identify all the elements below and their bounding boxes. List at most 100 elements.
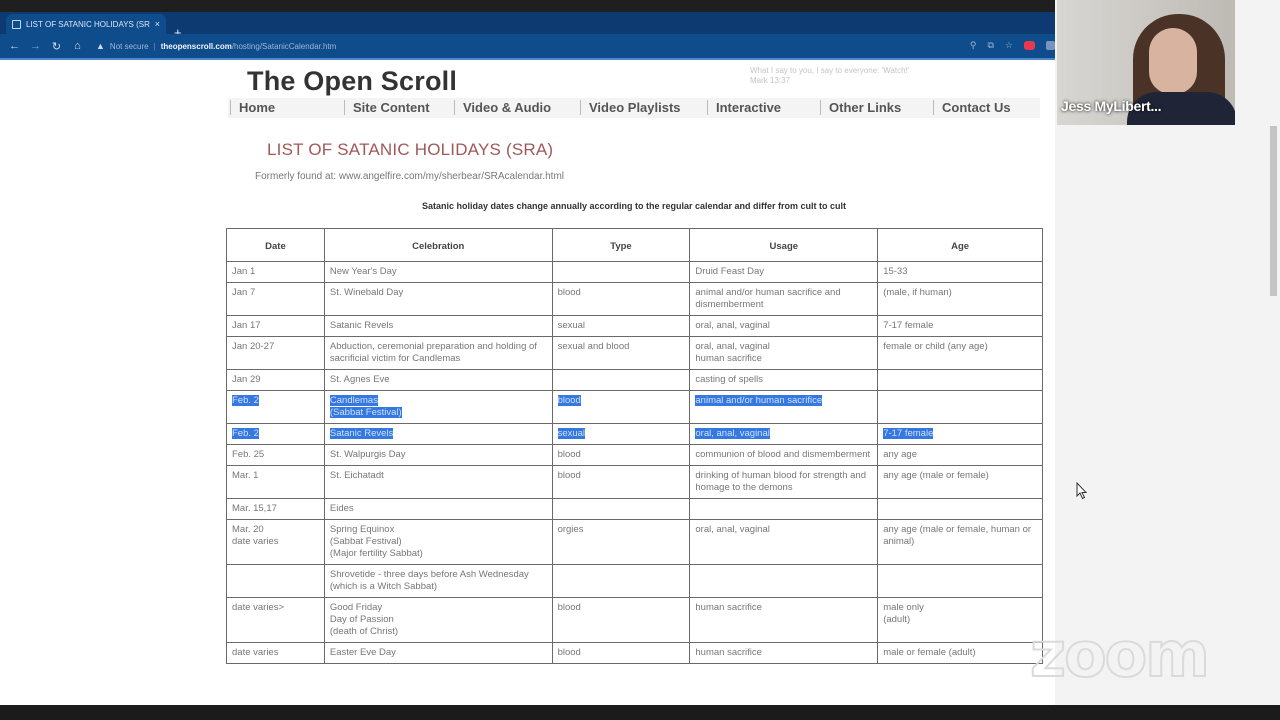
- home-button[interactable]: ⌂: [67, 40, 88, 52]
- nav-video-playlists[interactable]: Video Playlists: [580, 100, 681, 115]
- star-icon[interactable]: ☆: [1005, 40, 1013, 51]
- cell-text: date varies>: [232, 602, 285, 613]
- cell-text: Satanic Revels: [329, 428, 394, 439]
- cell-celebration: Good Friday Day of Passion (death of Chr…: [323, 597, 553, 643]
- cell-date: Feb. 2: [226, 423, 325, 445]
- cell-age: any age (male or female, human or animal…: [877, 519, 1043, 565]
- cell-text: 7-17 female: [883, 428, 934, 439]
- table-row: date varies Easter Eve Day blood human sacr…: [226, 642, 1043, 664]
- tab-strip: LIST OF SATANIC HOLIDAYS (SR... × +: [0, 12, 1055, 39]
- cell-celebration: Satanic Revels: [323, 423, 553, 445]
- cell-age: any age: [877, 444, 1043, 466]
- table-row: date varies> Good Friday Day of Passion (…: [226, 597, 1043, 643]
- site-title[interactable]: The Open Scroll: [247, 66, 457, 97]
- extension-icon[interactable]: [1024, 41, 1035, 50]
- table-row: Jan 1 New Year's Day Druid Feast Day 15-33: [226, 261, 1043, 283]
- cell-usage: animal and/or human sacrifice: [689, 390, 879, 424]
- table-row: Jan 20-27 Abduction, ceremonial preparati…: [226, 336, 1043, 370]
- cell-age: 7-17 female: [877, 423, 1043, 445]
- browser-toolbar: ← → ↻ ⌂ ▲ Not secure | theopenscroll.com…: [0, 34, 1055, 60]
- cell-text: blood: [557, 287, 581, 298]
- cell-date: Jan 17: [226, 315, 325, 337]
- table-row: Shrovetide - three days before Ash Wedne…: [226, 564, 1043, 598]
- table-row: Feb. 2 Candlemas (Sabbat Festival) blood an…: [226, 390, 1043, 424]
- header-usage: Usage: [689, 228, 879, 262]
- participant-name: Jess MyLibert...: [1061, 98, 1162, 114]
- close-tab-icon[interactable]: ×: [155, 19, 160, 29]
- cell-text: New Year's Day: [329, 266, 397, 277]
- cell-text: Candlemas (Sabbat Festival): [329, 395, 402, 418]
- cell-date: Jan 7: [226, 282, 325, 316]
- back-button[interactable]: ←: [4, 40, 25, 52]
- nav-contact-us[interactable]: Contact Us: [933, 100, 1011, 115]
- cell-type: [551, 261, 691, 283]
- cell-celebration: St. Eichatadt: [323, 465, 553, 499]
- cell-text: Mar. 15,17: [232, 503, 277, 514]
- header-type: Type: [551, 228, 691, 262]
- cell-text: orgies: [557, 524, 584, 535]
- bottom-bar: [0, 705, 1280, 720]
- nav-interactive[interactable]: Interactive: [707, 100, 781, 115]
- cell-text: Jan 17: [232, 320, 261, 331]
- cell-celebration: Eides: [323, 498, 553, 520]
- window-titlebar: [0, 0, 1055, 12]
- cell-usage: oral, anal, vaginal: [689, 519, 879, 565]
- warning-icon[interactable]: ▲: [96, 41, 105, 51]
- cell-usage: Druid Feast Day: [689, 261, 879, 283]
- cell-text: oral, anal, vaginal: [695, 524, 770, 535]
- forward-button[interactable]: →: [25, 40, 46, 52]
- cell-usage: oral, anal, vaginal human sacrifice: [689, 336, 879, 370]
- address-separator: |: [153, 41, 156, 51]
- cell-type: blood: [551, 465, 691, 499]
- cell-type: sexual and blood: [551, 336, 691, 370]
- cell-type: blood: [551, 282, 691, 316]
- cell-text: 15-33: [883, 266, 908, 277]
- cell-text: St. Eichatadt: [329, 470, 384, 481]
- nav-site-content[interactable]: Site Content: [344, 100, 430, 115]
- cell-celebration: Abduction, ceremonial preparation and ho…: [323, 336, 553, 370]
- cell-text: Easter Eve Day: [329, 647, 396, 658]
- cell-age: male only (adult): [877, 597, 1043, 643]
- cell-text: Jan 1: [232, 266, 256, 277]
- cell-date: date varies>: [226, 597, 325, 643]
- reload-button[interactable]: ↻: [46, 40, 67, 53]
- cell-age: [877, 564, 1043, 598]
- formerly-found-at: Formerly found at: www.angelfire.com/my/…: [255, 171, 565, 182]
- cell-celebration: New Year's Day: [323, 261, 553, 283]
- cell-text: blood: [557, 647, 581, 658]
- cell-usage: animal and/or human sacrifice and dismem…: [689, 282, 879, 316]
- cell-text: Mar. 20 date varies: [232, 524, 279, 547]
- cell-date: Jan 1: [226, 261, 325, 283]
- cell-date: Mar. 1: [226, 465, 325, 499]
- share-icon[interactable]: ⧉: [987, 40, 993, 51]
- cell-text: Eides: [329, 503, 354, 514]
- cell-celebration: St. Walpurgis Day: [323, 444, 553, 466]
- cell-celebration: St. Agnes Eve: [323, 369, 553, 391]
- cell-age: 7-17 female: [877, 315, 1043, 337]
- cell-age: (male, if human): [877, 282, 1043, 316]
- extension2-icon[interactable]: [1046, 41, 1055, 50]
- cell-age: female or child (any age): [877, 336, 1043, 370]
- address-bar[interactable]: ▲ Not secure | theopenscroll.com/hosting…: [96, 41, 336, 51]
- cell-text: sexual: [557, 320, 586, 331]
- nav-video-audio[interactable]: Video & Audio: [454, 100, 551, 115]
- browser-tab[interactable]: LIST OF SATANIC HOLIDAYS (SR... ×: [6, 14, 166, 34]
- nav-other-links[interactable]: Other Links: [820, 100, 901, 115]
- cell-usage: communion of blood and dismemberment: [689, 444, 879, 466]
- cell-text: casting of spells: [695, 374, 763, 385]
- cell-text: male only (adult): [883, 602, 924, 625]
- cell-celebration: Candlemas (Sabbat Festival): [323, 390, 553, 424]
- nav-home[interactable]: Home: [230, 100, 275, 115]
- verse-text: What I say to you, I say to everyone: 'W…: [750, 66, 910, 75]
- participant-video[interactable]: Jess MyLibert...: [1057, 0, 1235, 125]
- search-icon[interactable]: ⚲: [970, 40, 977, 51]
- table-header-row: Date Celebration Type Usage Age: [226, 228, 1043, 262]
- cell-text: female or child (any age): [883, 341, 988, 352]
- cell-text: any age (male or female, human or animal…: [883, 524, 1032, 547]
- cell-text: any age (male or female): [883, 470, 989, 481]
- cell-usage: drinking of human blood for strength and…: [689, 465, 879, 499]
- cell-text: communion of blood and dismemberment: [695, 449, 871, 460]
- cell-text: blood: [557, 602, 581, 613]
- page-scrollbar-thumb[interactable]: [1270, 126, 1277, 296]
- cell-age: [877, 369, 1043, 391]
